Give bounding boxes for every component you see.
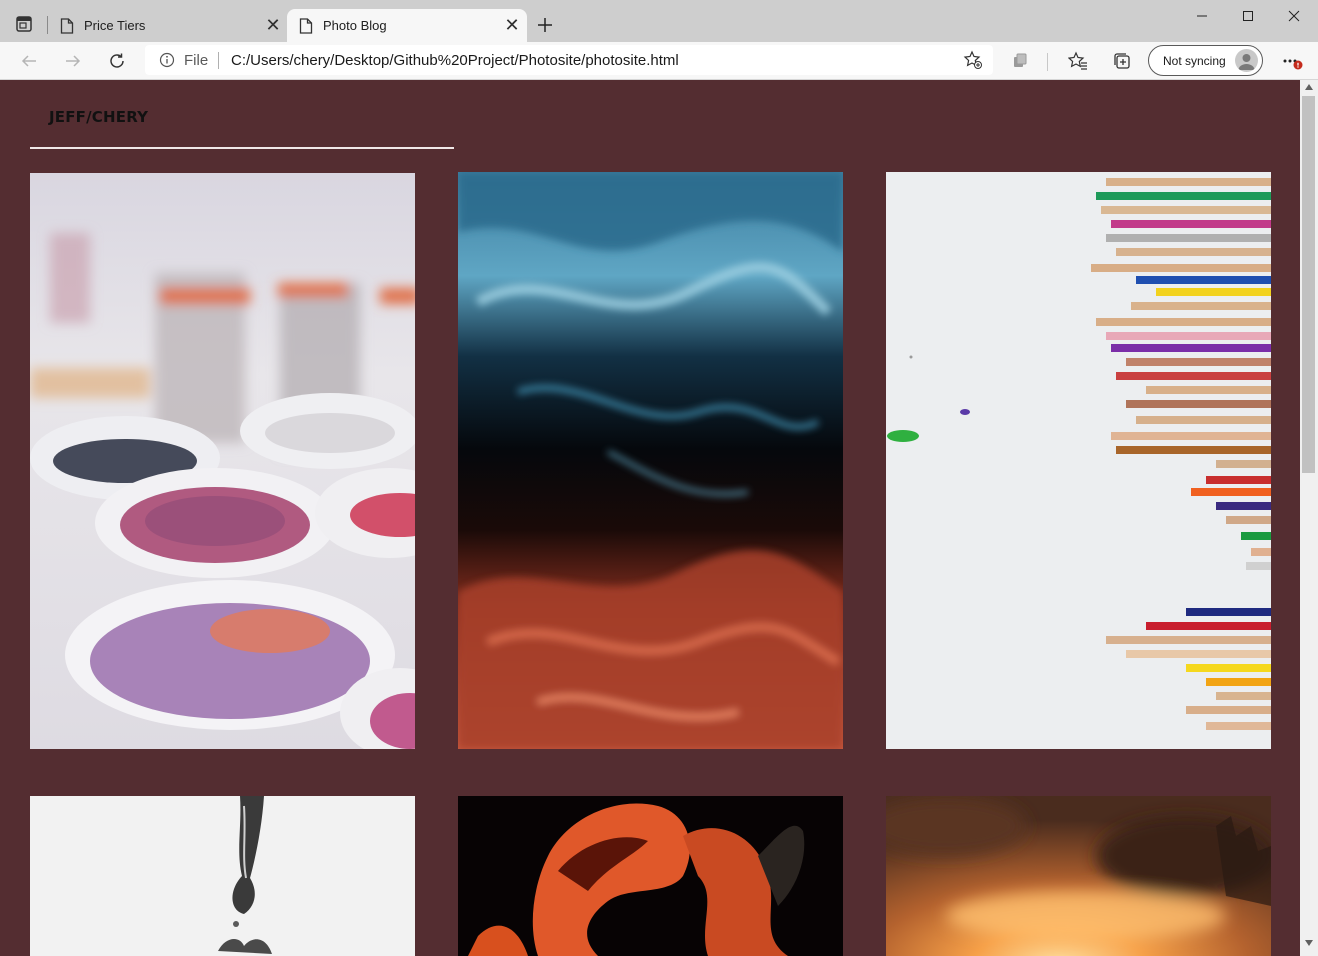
minimize-button[interactable] [1179, 0, 1225, 32]
address-bar[interactable]: File C:/Users/chery/Desktop/Github%20Pro… [145, 45, 993, 75]
page-icon [60, 17, 74, 34]
tab-title: Price Tiers [84, 18, 146, 33]
tab-title: Photo Blog [323, 18, 387, 33]
avatar [1235, 49, 1258, 72]
photo-orange-flower[interactable] [458, 796, 843, 956]
scrollbar-thumb[interactable] [1302, 96, 1315, 473]
back-arrow-icon [21, 55, 36, 67]
tab-actions-icon[interactable] [14, 14, 34, 34]
extensions-button[interactable] [1005, 46, 1035, 76]
window-close-button[interactable] [1271, 0, 1317, 32]
vertical-scrollbar[interactable] [1300, 80, 1318, 956]
photo-colored-pencils[interactable] [886, 172, 1271, 749]
refresh-button[interactable] [102, 46, 132, 76]
back-button[interactable] [14, 46, 44, 76]
close-icon[interactable]: ✕ [258, 11, 288, 41]
photo-sunset-clouds[interactable] [886, 796, 1271, 956]
scroll-down-icon[interactable] [1305, 940, 1313, 946]
sync-button[interactable]: Not syncing [1148, 45, 1263, 76]
photo-fluid-art[interactable] [458, 172, 843, 749]
settings-menu-button[interactable] [1277, 46, 1307, 76]
refresh-icon [110, 53, 124, 68]
forward-button[interactable] [58, 46, 88, 76]
minimize-icon [1197, 15, 1207, 17]
ellipsis-icon [1283, 59, 1303, 70]
favorites-icon [1068, 51, 1087, 70]
browser-toolbar: File C:/Users/chery/Desktop/Github%20Pro… [0, 42, 1318, 80]
address-url[interactable]: C:/Users/chery/Desktop/Github%20Project/… [231, 52, 679, 69]
collections-icon [1114, 53, 1130, 69]
close-icon [1288, 10, 1300, 22]
scroll-up-icon[interactable] [1305, 84, 1313, 90]
site-logo[interactable]: JEFF/CHERY [49, 108, 148, 126]
tab-divider [47, 16, 48, 34]
extensions-icon [1014, 53, 1027, 67]
close-icon[interactable]: ✕ [497, 11, 527, 41]
tab-price-tiers[interactable]: Price Tiers ✕ [52, 9, 288, 42]
tab-strip: Price Tiers ✕ Photo Blog ✕ [0, 0, 1318, 42]
header-underline [30, 147, 454, 149]
address-scheme: File [184, 52, 209, 69]
info-icon[interactable] [159, 52, 175, 68]
photo-water-splash[interactable] [30, 796, 415, 956]
new-tab-button[interactable] [532, 12, 558, 38]
page-icon [299, 17, 313, 34]
favorites-button[interactable] [1063, 46, 1093, 76]
maximize-icon [1243, 11, 1253, 21]
forward-arrow-icon [66, 55, 81, 67]
star-add-icon[interactable] [963, 50, 983, 70]
page-content: JEFF/CHERY [0, 80, 1300, 956]
toolbar-divider [1047, 53, 1048, 71]
plus-icon [538, 18, 552, 32]
tab-photo-blog[interactable]: Photo Blog ✕ [287, 9, 527, 42]
sync-label: Not syncing [1163, 54, 1226, 68]
photo-paint-bowls[interactable] [30, 173, 415, 749]
maximize-button[interactable] [1225, 0, 1271, 32]
collections-button[interactable] [1107, 46, 1137, 76]
address-divider [218, 52, 219, 69]
